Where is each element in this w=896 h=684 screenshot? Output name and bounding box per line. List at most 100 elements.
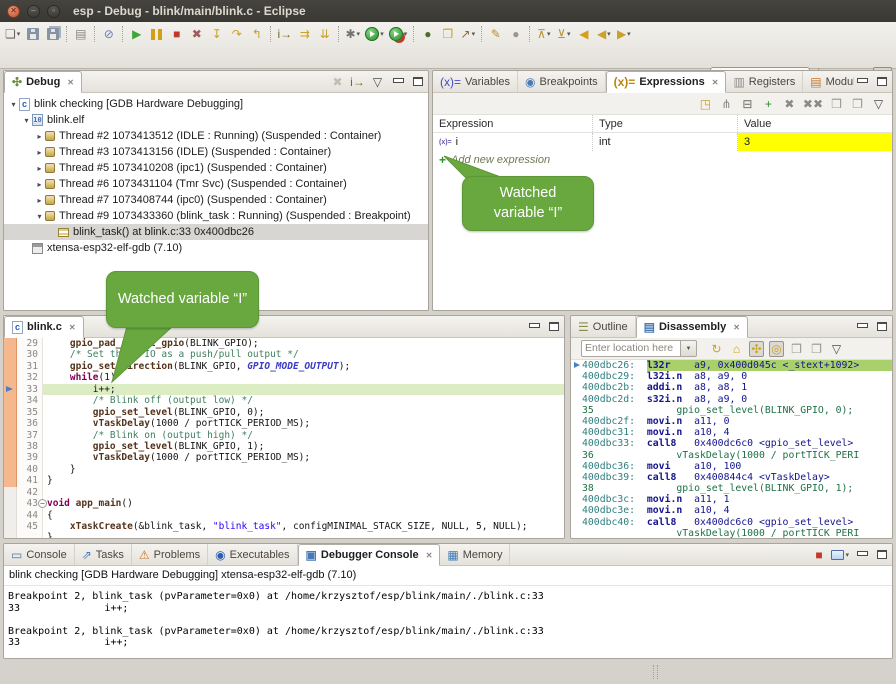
code-line[interactable]: 29 gpio_pad_select_gpio(BLINK_GPIO);	[4, 338, 564, 349]
expander-icon[interactable]: ▸	[34, 148, 45, 157]
use-step-filters-button[interactable]: ⇉	[295, 24, 314, 44]
code-line[interactable]: 31 gpio_set_direction(BLINK_GPIO, GPIO_M…	[4, 361, 564, 372]
expander-icon[interactable]: ▾	[8, 100, 19, 109]
close-icon[interactable]: ✕	[712, 78, 719, 87]
code-line[interactable]: 35 gpio_set_level(BLINK_GPIO, 0);	[4, 407, 564, 418]
collapse-all-button[interactable]: ⊟	[740, 96, 755, 112]
pin-editor-button[interactable]: ⊼▾	[534, 24, 553, 44]
tab-disassembly[interactable]: ▤Disassembly✕	[636, 316, 748, 338]
tree-item[interactable]: ▸Thread #3 1073413156 (IDLE) (Suspended …	[4, 144, 428, 160]
tab-executables[interactable]: ◉Executables	[208, 544, 297, 565]
disassembly-line[interactable]: 400dbc3c: movi.n a11, 1	[573, 494, 892, 505]
save-all-button[interactable]	[43, 24, 62, 44]
disassembly-line[interactable]: 400dbc2b: addi.n a8, a8, 1	[573, 382, 892, 393]
disassembly-line[interactable]: 400dbc33: call8 0x400dc6c0 <gpio_set_lev…	[573, 438, 892, 449]
show-logical-structures-button[interactable]: ⋔	[719, 96, 734, 112]
format-button[interactable]: ✎	[486, 24, 505, 44]
tab-tasks[interactable]: ⇗Tasks	[75, 544, 132, 565]
location-dropdown-button[interactable]: ▼	[681, 340, 697, 357]
code-line[interactable]: 30 /* Set the GPIO as a push/pull output…	[4, 349, 564, 360]
expander-icon[interactable]: ▸	[34, 196, 45, 205]
profile-button[interactable]: ▾	[387, 24, 410, 44]
code-line[interactable]: 44{	[4, 510, 564, 521]
code-line[interactable]: 32 while(1)	[4, 372, 564, 383]
instruction-stepping-button[interactable]: i→	[275, 24, 294, 44]
close-icon[interactable]: ✕	[69, 323, 76, 332]
code-editor[interactable]: 29 gpio_pad_select_gpio(BLINK_GPIO);30 /…	[4, 338, 564, 539]
disassembly-line[interactable]: 400dbc39: call8 0x400844c4 <vTaskDelay>	[573, 472, 892, 483]
debug-button[interactable]: ✱▾	[343, 24, 362, 44]
code-line[interactable]: 40 }	[4, 464, 564, 475]
run-button[interactable]: ▾	[363, 24, 386, 44]
open-element-button[interactable]: ❒	[438, 24, 457, 44]
disassembly-line[interactable]: 38 gpio_set_level(BLINK_GPIO, 1);	[573, 483, 892, 494]
expander-icon[interactable]: ▸	[34, 164, 45, 173]
step-over-button[interactable]: ↷	[227, 24, 246, 44]
new-view-button[interactable]: ❒	[829, 96, 844, 112]
code-line[interactable]: 38 gpio_set_level(BLINK_GPIO, 1);	[4, 441, 564, 452]
code-line[interactable]: }	[4, 532, 564, 539]
view-menu-button[interactable]: ▽	[829, 341, 844, 357]
location-input[interactable]: Enter location here	[581, 340, 681, 357]
maximize-button[interactable]	[546, 319, 561, 335]
remove-expression-button[interactable]: ✖	[782, 96, 797, 112]
tree-item[interactable]: xtensa-esp32-elf-gdb (7.10)	[4, 240, 428, 256]
new-view-button[interactable]: ❒	[789, 341, 804, 357]
expression-row[interactable]: (x)=iint3	[433, 133, 892, 151]
disassembly-line[interactable]: 400dbc26: l32r a9, 0x400d045c <_stext+10…	[573, 360, 892, 371]
back-button[interactable]: ◀▾	[594, 24, 613, 44]
link-with-editor-button[interactable]: ⊻▾	[554, 24, 573, 44]
disassembly-line[interactable]: 400dbc3e: movi.n a10, 4	[573, 505, 892, 516]
code-line[interactable]: 39 vTaskDelay(1000 / portTICK_PERIOD_MS)…	[4, 452, 564, 463]
column-expression[interactable]: Expression	[433, 115, 593, 132]
tab-breakpoints[interactable]: ◉Breakpoints	[518, 71, 606, 92]
toggle-mark-button[interactable]: ●	[506, 24, 525, 44]
tree-item[interactable]: ▸Thread #7 1073408744 (ipc0) (Suspended …	[4, 192, 428, 208]
maximize-button[interactable]	[874, 547, 889, 563]
disassembly-line[interactable]: 36 vTaskDelay(1000 / portTICK_PERI	[573, 450, 892, 461]
code-line[interactable]: 45 xTaskCreate(&blink_task, "blink_task"…	[4, 521, 564, 532]
tab-memory[interactable]: ▦Memory	[440, 544, 510, 565]
terminate-button[interactable]: ■	[811, 547, 826, 563]
display-selected-console-button[interactable]: ▾	[831, 547, 849, 563]
view-menu-button[interactable]: ▽	[370, 74, 385, 90]
expander-icon[interactable]: ▾	[21, 116, 32, 125]
expander-icon[interactable]: ▾	[34, 212, 45, 221]
code-line[interactable]: 42	[4, 487, 564, 498]
disassembly-line[interactable]: 400dbc31: movi.n a10, 4	[573, 427, 892, 438]
minimize-button[interactable]	[526, 319, 541, 335]
track-pc-button[interactable]: ✣	[749, 341, 764, 357]
new-wizard-button[interactable]: ❏▾	[3, 24, 22, 44]
window-close-button[interactable]: ✕	[7, 5, 20, 18]
step-into-button[interactable]: ↧	[207, 24, 226, 44]
remove-all-terminated-button[interactable]: ✖	[330, 74, 345, 90]
maximize-button[interactable]	[874, 74, 889, 90]
show-type-names-button[interactable]: ◳	[698, 96, 713, 112]
external-tools-button[interactable]: ↗▾	[458, 24, 477, 44]
tree-item[interactable]: ▾Thread #9 1073433360 (blink_task : Runn…	[4, 208, 428, 224]
column-type[interactable]: Type	[593, 115, 738, 132]
build-button[interactable]: ▤	[71, 24, 90, 44]
suspend-button[interactable]	[147, 24, 166, 44]
resume-button[interactable]: ▶	[127, 24, 146, 44]
close-icon[interactable]: ✕	[426, 551, 433, 560]
tree-item[interactable]: ▸Thread #6 1073431104 (Tmr Svc) (Suspend…	[4, 176, 428, 192]
tab-problems[interactable]: ⚠Problems	[132, 544, 208, 565]
disassembly-line[interactable]: 400dbc40: call8 0x400dc6c0 <gpio_set_lev…	[573, 517, 892, 528]
view-menu-button[interactable]: ▽	[871, 96, 886, 112]
last-edit-location-button[interactable]: ◀	[574, 24, 593, 44]
tab-expressions[interactable]: (x)=Expressions✕	[606, 71, 727, 93]
tab-registers[interactable]: ▥Registers	[726, 71, 803, 92]
expander-icon[interactable]: ▸	[34, 132, 45, 141]
code-line[interactable]: 33 i++;	[4, 384, 564, 395]
tree-item[interactable]: ▾cblink checking [GDB Hardware Debugging…	[4, 96, 428, 112]
tab-variables[interactable]: (x)=Variables	[433, 71, 518, 92]
disassembly-line[interactable]: vTaskDelay(1000 / portTICK PERI	[573, 528, 892, 539]
drop-to-frame-button[interactable]: ⇊	[315, 24, 334, 44]
maximize-button[interactable]	[410, 74, 425, 90]
window-maximize-button[interactable]: ▫	[47, 5, 60, 18]
disassembly-line[interactable]: 400dbc2f: movi.n a11, 0	[573, 416, 892, 427]
tab-console[interactable]: ▭Console	[4, 544, 75, 565]
tree-item[interactable]: ▸Thread #2 1073413512 (IDLE : Running) (…	[4, 128, 428, 144]
code-line[interactable]: 34 /* Blink off (output low) */	[4, 395, 564, 406]
